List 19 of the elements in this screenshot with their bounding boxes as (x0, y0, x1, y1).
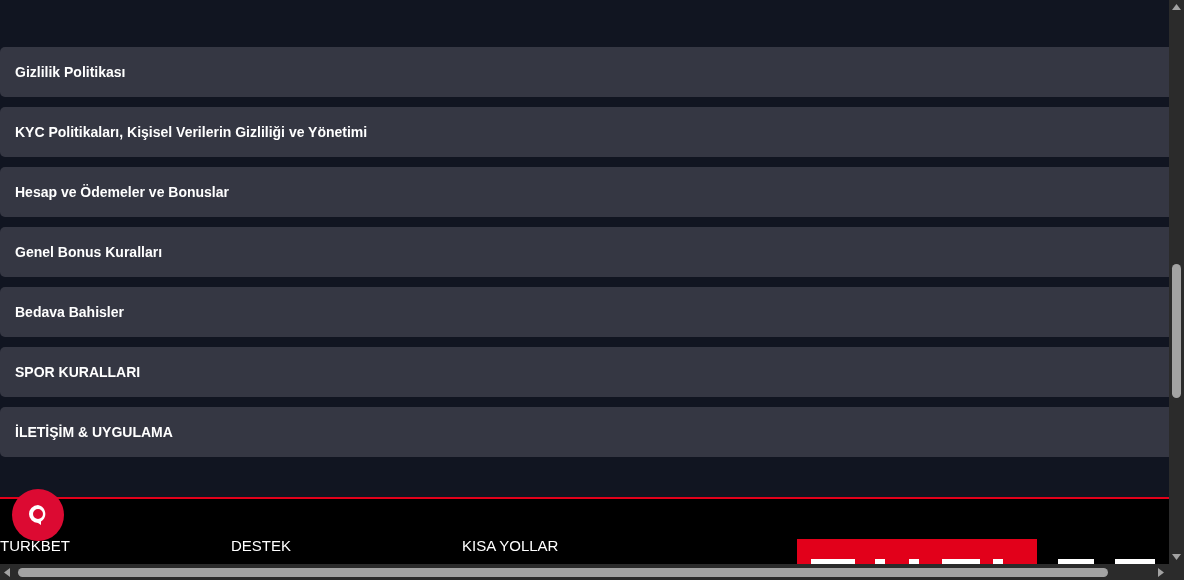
accordion-item[interactable]: KYC Politikaları, Kişisel Verilerin Gizliliği ve Yönetimi (0, 107, 1169, 157)
footer-heading: KISA YOLLAR (462, 537, 560, 555)
accordion-item[interactable]: SPOR KURALLARI (0, 347, 1169, 397)
scroll-left-icon[interactable] (4, 568, 10, 577)
scrollbar-thumb[interactable] (1172, 264, 1181, 398)
accordion-item[interactable]: İLETİŞİM & UYGULAMA (0, 407, 1169, 457)
scroll-right-icon[interactable] (1158, 568, 1164, 577)
scroll-up-icon[interactable] (1172, 4, 1181, 10)
vertical-scrollbar[interactable] (1169, 0, 1184, 564)
accordion-item[interactable]: Gizlilik Politikası (0, 47, 1169, 97)
footer-heading: TURKBET (0, 537, 71, 555)
scroll-down-icon[interactable] (1172, 554, 1181, 560)
footer-heading: DESTEK (231, 537, 292, 555)
horizontal-scrollbar[interactable] (0, 564, 1184, 580)
accordion-item[interactable]: Hesap ve Ödemeler ve Bonuslar (0, 167, 1169, 217)
accordion-item[interactable]: Genel Bonus Kuralları (0, 227, 1169, 277)
accordion-item[interactable]: Bedava Bahisler (0, 287, 1169, 337)
chat-icon (28, 504, 48, 526)
scrollbar-thumb[interactable] (18, 568, 1108, 577)
